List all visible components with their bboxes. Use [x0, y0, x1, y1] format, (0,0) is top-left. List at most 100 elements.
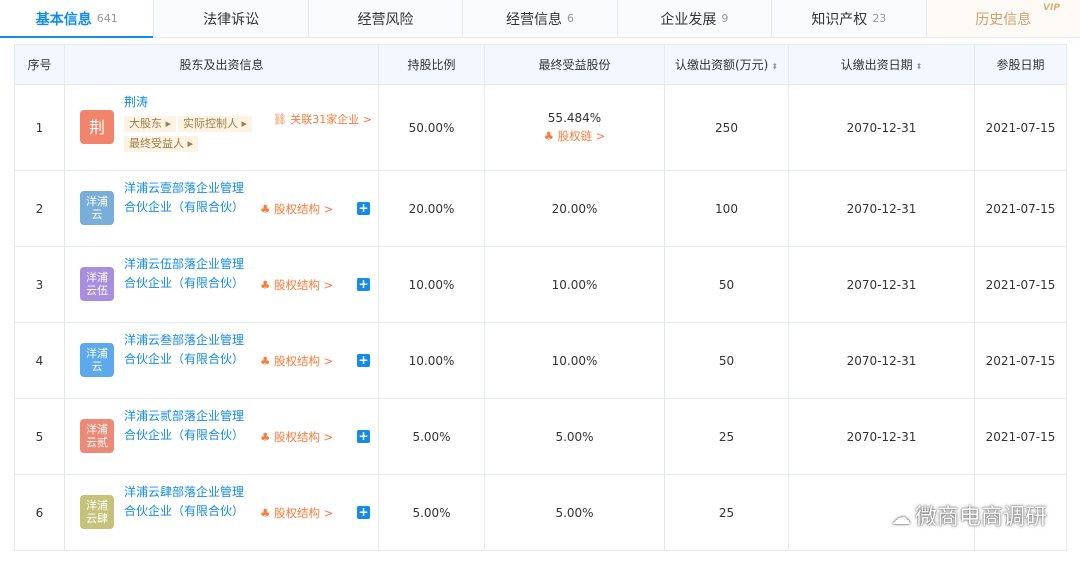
org-chart-icon: ♣: [260, 202, 271, 216]
shareholder-cell: 洋浦云肆 洋浦云肆部落企业管理合伙企业（有限合伙） ♣ 股权结构 > +: [64, 474, 379, 551]
shareholder-name-link[interactable]: 洋浦云叁部落企业管理合伙企业（有限合伙）: [124, 331, 244, 369]
join-date-cell: 2021-07-15: [974, 322, 1067, 399]
tab-ip[interactable]: 知识产权 23: [772, 0, 927, 37]
ubo-cell: 5.00%: [484, 398, 665, 475]
col-join-header: 参股日期: [974, 44, 1067, 85]
expand-plus-icon[interactable]: +: [357, 430, 370, 443]
tab-basic-info[interactable]: 基本信息 641: [0, 0, 155, 38]
equity-structure-link[interactable]: ♣ 股权结构 >: [260, 353, 333, 369]
shareholder-name-link[interactable]: 荆涛: [124, 93, 244, 112]
ubo-cell: 20.00%: [484, 170, 665, 247]
shareholder-avatar: 洋浦云: [80, 343, 114, 377]
equity-structure-link[interactable]: ♣ 股权结构 >: [260, 429, 333, 445]
date-cell: 2070-12-31: [788, 84, 975, 171]
shareholder-name-link[interactable]: 洋浦云壹部落企业管理合伙企业（有限合伙）: [124, 179, 244, 217]
tab-count: 9: [721, 12, 729, 25]
row-index: 3: [14, 246, 65, 323]
expand-plus-icon[interactable]: +: [357, 354, 370, 367]
related-companies-link[interactable]: ⛓ 关联31家企业 >: [272, 111, 372, 128]
shareholder-avatar: 洋浦云贰: [80, 419, 114, 453]
sort-icon[interactable]: ⬍: [916, 62, 923, 71]
ratio-cell: 20.00%: [378, 170, 485, 247]
col-date-header[interactable]: 认缴出资日期 ⬍: [788, 44, 975, 85]
join-date-cell: 2021-07-15: [974, 398, 1067, 475]
shareholder-avatar: 荆: [80, 110, 114, 144]
tag-ultimate-beneficiary[interactable]: 最终受益人 ▸: [124, 136, 199, 152]
ratio-cell: 10.00%: [378, 246, 485, 323]
tab-history[interactable]: 历史信息 VIP: [926, 0, 1080, 37]
shareholder-cell: 洋浦云伍 洋浦云伍部落企业管理合伙企业（有限合伙） ♣ 股权结构 > +: [64, 246, 379, 323]
tab-business[interactable]: 经营信息 6: [463, 0, 618, 37]
date-cell: 2070-12-31: [788, 322, 975, 399]
join-date-cell: 2021-07-15: [974, 246, 1067, 323]
col-shareholder-header: 股东及出资信息: [64, 44, 379, 85]
amount-cell: 100: [664, 170, 789, 247]
tab-count: 6: [566, 12, 574, 25]
table-row: 4 洋浦云 洋浦云叁部落企业管理合伙企业（有限合伙） ♣ 股权结构 > + 10…: [14, 322, 1067, 399]
equity-chain-link[interactable]: ♣ 股权链 >: [485, 128, 664, 144]
table-row: 3 洋浦云伍 洋浦云伍部落企业管理合伙企业（有限合伙） ♣ 股权结构 > + 1…: [14, 246, 1067, 323]
row-index: 5: [14, 398, 65, 475]
expand-plus-icon[interactable]: +: [357, 278, 370, 291]
org-chart-icon: ♣: [260, 430, 271, 444]
org-chart-icon: ♣: [260, 354, 271, 368]
join-date-cell: 2021-07-15: [974, 170, 1067, 247]
tab-legal[interactable]: 法律诉讼: [154, 0, 309, 37]
tab-count: 23: [872, 12, 887, 25]
shareholder-avatar: 洋浦云: [80, 191, 114, 225]
shareholder-name-link[interactable]: 洋浦云贰部落企业管理合伙企业（有限合伙）: [124, 407, 244, 445]
expand-plus-icon[interactable]: +: [357, 202, 370, 215]
tag-actual-controller[interactable]: 实际控制人 ▸: [178, 116, 253, 132]
row-index: 2: [14, 170, 65, 247]
amount-cell: 250: [664, 84, 789, 171]
org-chart-icon: ♣: [260, 278, 271, 292]
shareholder-cell: 荆 荆涛 大股东 ▸ 实际控制人 ▸ 最终受益人 ▸ ⛓ 关联31家企业 >: [64, 84, 379, 171]
ratio-cell: 5.00%: [378, 474, 485, 551]
shareholder-cell: 洋浦云 洋浦云叁部落企业管理合伙企业（有限合伙） ♣ 股权结构 > +: [64, 322, 379, 399]
org-chart-icon: ♣: [543, 129, 554, 143]
date-cell: 2070-12-31: [788, 398, 975, 475]
shareholder-name-link[interactable]: 洋浦云肆部落企业管理合伙企业（有限合伙）: [124, 483, 244, 521]
ratio-cell: 50.00%: [378, 84, 485, 171]
shareholder-cell: 洋浦云贰 洋浦云贰部落企业管理合伙企业（有限合伙） ♣ 股权结构 > +: [64, 398, 379, 475]
vip-badge: VIP: [1043, 3, 1060, 13]
row-index: 1: [14, 84, 65, 171]
tag-group: 大股东 ▸ 实际控制人 ▸ 最终受益人 ▸: [124, 116, 274, 156]
expand-plus-icon[interactable]: +: [357, 506, 370, 519]
network-icon: ⛓: [272, 113, 287, 126]
col-index-header: 序号: [14, 44, 65, 85]
amount-cell: 50: [664, 322, 789, 399]
tab-development[interactable]: 企业发展 9: [618, 0, 773, 37]
amount-cell: 25: [664, 398, 789, 475]
equity-structure-link[interactable]: ♣ 股权结构 >: [260, 201, 333, 217]
sort-icon[interactable]: ⬍: [771, 62, 778, 71]
shareholder-cell: 洋浦云 洋浦云壹部落企业管理合伙企业（有限合伙） ♣ 股权结构 > +: [64, 170, 379, 247]
row-index: 4: [14, 322, 65, 399]
tag-major-shareholder[interactable]: 大股东 ▸: [124, 116, 177, 132]
col-ratio-header: 持股比例: [378, 44, 485, 85]
tab-bar: 基本信息 641 法律诉讼 经营风险 经营信息 6 企业发展 9 知识产权 23 历史信…: [0, 0, 1080, 38]
shareholder-name-link[interactable]: 洋浦云伍部落企业管理合伙企业（有限合伙）: [124, 255, 244, 293]
equity-structure-link[interactable]: ♣ 股权结构 >: [260, 505, 333, 521]
equity-structure-link[interactable]: ♣ 股权结构 >: [260, 277, 333, 293]
col-ubo-header: 最终受益股份: [484, 44, 665, 85]
col-amount-header[interactable]: 认缴出资额(万元) ⬍: [664, 44, 789, 85]
table-row: 1 荆 荆涛 大股东 ▸ 实际控制人 ▸ 最终受益人 ▸ ⛓ 关联31家企业 > 5…: [14, 84, 1067, 171]
date-cell: 2070-12-31: [788, 246, 975, 323]
ubo-cell: 5.00%: [484, 474, 665, 551]
ubo-cell: 55.484% ♣ 股权链 >: [484, 84, 665, 171]
table-header-row: 序号 股东及出资信息 持股比例 最终受益股份 认缴出资额(万元) ⬍ 认缴出资日期…: [14, 44, 1067, 85]
table-row: 5 洋浦云贰 洋浦云贰部落企业管理合伙企业（有限合伙） ♣ 股权结构 > + 5…: [14, 398, 1067, 475]
ubo-cell: 10.00%: [484, 246, 665, 323]
tab-risk[interactable]: 经营风险: [309, 0, 464, 37]
shareholder-avatar: 洋浦云伍: [80, 267, 114, 301]
tab-count: 641: [96, 12, 118, 25]
org-chart-icon: ♣: [260, 506, 271, 520]
ubo-value: 55.484%: [547, 111, 602, 125]
row-index: 6: [14, 474, 65, 551]
amount-cell: 25: [664, 474, 789, 551]
date-cell: 2070-12-31: [788, 170, 975, 247]
join-date-cell: 2021-07-15: [974, 84, 1067, 171]
watermark: ☁ 微商电商调研: [890, 505, 1047, 530]
shareholder-table: 序号 股东及出资信息 持股比例 最终受益股份 认缴出资额(万元) ⬍ 认缴出资日期…: [14, 44, 1067, 551]
